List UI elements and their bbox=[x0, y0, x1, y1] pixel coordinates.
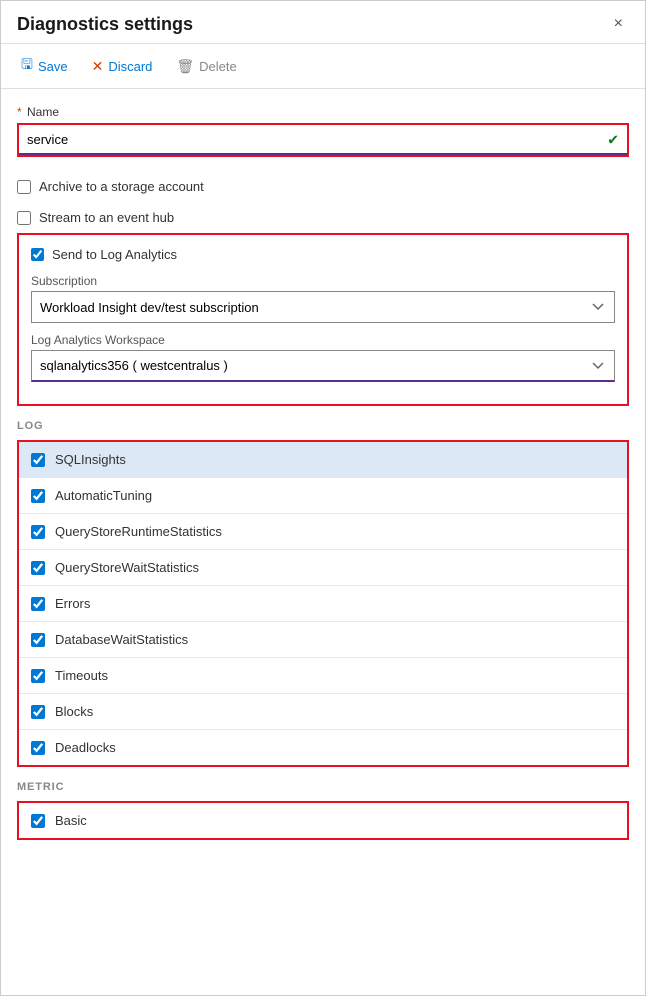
discard-label: Discard bbox=[108, 59, 152, 74]
log-section-label: LOG bbox=[17, 420, 629, 432]
log-item-label[interactable]: SQLInsights bbox=[55, 452, 126, 467]
metric-item-label[interactable]: Basic bbox=[55, 813, 87, 828]
save-label: Save bbox=[38, 59, 68, 74]
archive-checkbox-row: Archive to a storage account bbox=[17, 171, 629, 202]
save-icon: 🖫 bbox=[21, 54, 33, 78]
name-section: * Name ✔ bbox=[17, 105, 629, 157]
delete-icon: 🗑 bbox=[176, 58, 194, 75]
log-item-checkbox[interactable] bbox=[31, 633, 45, 647]
log-item-checkbox[interactable] bbox=[31, 453, 45, 467]
content-area: * Name ✔ Archive to a storage account St… bbox=[1, 89, 645, 870]
panel-header: Diagnostics settings × bbox=[1, 1, 645, 44]
log-item-checkbox[interactable] bbox=[31, 489, 45, 503]
name-field-label-text: Name bbox=[27, 105, 59, 119]
log-item-label[interactable]: QueryStoreWaitStatistics bbox=[55, 560, 199, 575]
metric-item-checkbox[interactable] bbox=[31, 814, 45, 828]
send-log-header: Send to Log Analytics bbox=[31, 247, 615, 262]
save-button[interactable]: 🖫 Save bbox=[17, 52, 72, 80]
log-item-label[interactable]: Deadlocks bbox=[55, 740, 116, 755]
close-button[interactable]: × bbox=[608, 13, 629, 35]
log-item-checkbox[interactable] bbox=[31, 705, 45, 719]
log-item: Blocks bbox=[19, 694, 627, 730]
log-item-label[interactable]: AutomaticTuning bbox=[55, 488, 152, 503]
log-item-checkbox[interactable] bbox=[31, 597, 45, 611]
send-log-checkbox[interactable] bbox=[31, 248, 44, 261]
log-item: AutomaticTuning bbox=[19, 478, 627, 514]
metric-section-box: Basic bbox=[17, 801, 629, 840]
workspace-label: Log Analytics Workspace bbox=[31, 333, 615, 347]
log-item-checkbox[interactable] bbox=[31, 525, 45, 539]
metric-item: Basic bbox=[19, 803, 627, 838]
toolbar: 🖫 Save ✕ Discard 🗑 Delete bbox=[1, 44, 645, 89]
stream-checkbox[interactable] bbox=[17, 211, 31, 225]
log-item-label[interactable]: QueryStoreRuntimeStatistics bbox=[55, 524, 222, 539]
log-item-label[interactable]: Blocks bbox=[55, 704, 93, 719]
workspace-wrapper: Log Analytics Workspace sqlanalytics356 … bbox=[31, 333, 615, 382]
subscription-label: Subscription bbox=[31, 274, 615, 288]
delete-label: Delete bbox=[199, 59, 237, 74]
name-input[interactable] bbox=[19, 125, 627, 155]
log-item: SQLInsights bbox=[19, 442, 627, 478]
name-label: * Name bbox=[17, 105, 629, 119]
send-log-label[interactable]: Send to Log Analytics bbox=[52, 247, 177, 262]
validation-check-icon: ✔ bbox=[607, 132, 619, 149]
log-item-label[interactable]: Errors bbox=[55, 596, 90, 611]
log-item-label[interactable]: DatabaseWaitStatistics bbox=[55, 632, 188, 647]
discard-button[interactable]: ✕ Discard bbox=[88, 56, 157, 77]
workspace-dropdown[interactable]: sqlanalytics356 ( westcentralus ) bbox=[31, 350, 615, 382]
log-section-box: SQLInsights AutomaticTuning QueryStoreRunt… bbox=[17, 440, 629, 767]
send-log-analytics-section: Send to Log Analytics Subscription Workl… bbox=[17, 233, 629, 406]
diagnostics-panel: Diagnostics settings × 🖫 Save ✕ Discard … bbox=[0, 0, 646, 996]
log-item-checkbox[interactable] bbox=[31, 561, 45, 575]
metric-section-label: METRIC bbox=[17, 781, 629, 793]
name-input-wrapper: ✔ bbox=[17, 123, 629, 157]
archive-label[interactable]: Archive to a storage account bbox=[39, 179, 204, 194]
panel-title: Diagnostics settings bbox=[17, 14, 193, 35]
log-item: QueryStoreRuntimeStatistics bbox=[19, 514, 627, 550]
log-item-label[interactable]: Timeouts bbox=[55, 668, 108, 683]
log-item: Errors bbox=[19, 586, 627, 622]
log-item-checkbox[interactable] bbox=[31, 741, 45, 755]
stream-label[interactable]: Stream to an event hub bbox=[39, 210, 174, 225]
log-item: QueryStoreWaitStatistics bbox=[19, 550, 627, 586]
log-item: Deadlocks bbox=[19, 730, 627, 765]
subscription-wrapper: Subscription Workload Insight dev/test s… bbox=[31, 274, 615, 323]
log-item-checkbox[interactable] bbox=[31, 669, 45, 683]
archive-checkbox[interactable] bbox=[17, 180, 31, 194]
log-item: DatabaseWaitStatistics bbox=[19, 622, 627, 658]
stream-checkbox-row: Stream to an event hub bbox=[17, 202, 629, 233]
required-star: * bbox=[17, 105, 22, 119]
log-item: Timeouts bbox=[19, 658, 627, 694]
subscription-dropdown[interactable]: Workload Insight dev/test subscription bbox=[31, 291, 615, 323]
delete-button[interactable]: 🗑 Delete bbox=[172, 56, 240, 77]
discard-icon: ✕ bbox=[92, 58, 104, 75]
